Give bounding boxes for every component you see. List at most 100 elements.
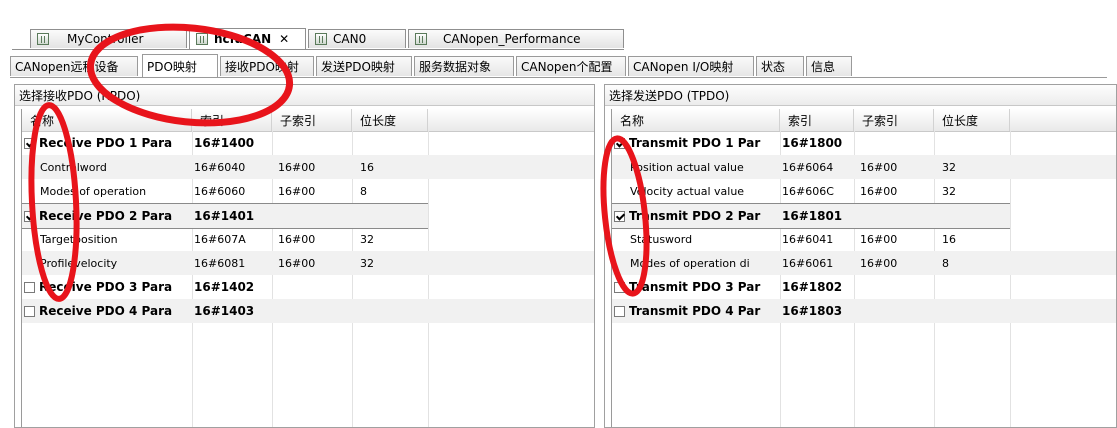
- row-index: 16#607A: [194, 232, 246, 246]
- doc-tab-hcfacan[interactable]: hcfaCAN ✕: [189, 28, 306, 49]
- row-name: Receive PDO 2 Para: [24, 204, 192, 228]
- row-name-text: Profilevelocity: [40, 256, 118, 270]
- editor-tab-bar: CANopen远程设备 PDO映射 接收PDO映射 发送PDO映射 服务数据对象…: [10, 54, 1107, 78]
- tab-label: CANopen个配置: [521, 60, 613, 74]
- col-subindex-header[interactable]: 子索引: [272, 109, 352, 131]
- tab-label: CANopen远程设备: [15, 60, 119, 74]
- row-name-text: Receive PDO 4 Para: [39, 304, 173, 318]
- col-bitlength-header[interactable]: 位长度: [352, 109, 428, 131]
- row-name: Profilevelocity: [40, 251, 192, 275]
- pdo-checkbox[interactable]: [24, 305, 35, 317]
- tab-receive-pdo-mapping[interactable]: 接收PDO映射: [220, 56, 314, 76]
- rpdo-panel: 选择接收PDO (RPDO) 名称 索引 子索引 位长度 Receive PDO…: [14, 84, 595, 428]
- mapped-object-row[interactable]: Modes of operation 16#6060 16#00 8: [22, 179, 594, 203]
- pdo-row[interactable]: Receive PDO 2 Para 16#1401: [22, 203, 428, 229]
- pdo-row[interactable]: Receive PDO 4 Para 16#1403: [22, 299, 594, 323]
- col-subindex-header[interactable]: 子索引: [854, 109, 934, 131]
- row-name: Targetposition: [40, 227, 192, 251]
- pdo-checkbox[interactable]: [24, 137, 35, 149]
- tpdo-grid-header: 名称 索引 子索引 位长度: [612, 109, 1116, 132]
- pdo-row[interactable]: Receive PDO 3 Para 16#1402: [22, 275, 594, 299]
- col-index-header[interactable]: 索引: [780, 109, 854, 131]
- doc-tab-canopen-performance[interactable]: CANopen_Performance: [408, 29, 624, 48]
- row-name-text: Position actual value: [630, 160, 744, 174]
- tpdo-grid: 名称 索引 子索引 位长度 Transmit PDO 1 Par 16#1800 P…: [611, 109, 1116, 427]
- row-bits: 32: [360, 232, 374, 246]
- row-name-text: Modes of operation di: [630, 256, 750, 270]
- mapped-object-row[interactable]: Controlword 16#6040 16#00 16: [22, 155, 594, 179]
- row-index: 16#606C: [782, 184, 834, 198]
- pdo-checkbox[interactable]: [614, 210, 625, 222]
- row-index: 16#6040: [194, 160, 246, 174]
- mapped-object-row[interactable]: Targetposition 16#607A 16#00 32: [22, 227, 594, 251]
- tab-status[interactable]: 状态: [756, 56, 804, 76]
- pdo-checkbox[interactable]: [24, 210, 35, 222]
- row-index: 16#1401: [194, 209, 255, 223]
- pdo-checkbox[interactable]: [614, 281, 625, 293]
- col-index-header[interactable]: 索引: [192, 109, 272, 131]
- pdo-checkbox[interactable]: [24, 281, 35, 293]
- pdo-row[interactable]: Receive PDO 1 Para 16#1400: [22, 131, 594, 155]
- row-name: Transmit PDO 2 Par: [614, 204, 780, 228]
- mapped-object-row[interactable]: Modes of operation di 16#6061 16#00 8: [612, 251, 1116, 275]
- mapped-object-row[interactable]: Position actual value 16#6064 16#00 32: [612, 155, 1116, 179]
- mapped-object-row[interactable]: Velocity actual value 16#606C 16#00 32: [612, 179, 1116, 203]
- tab-service-data-object[interactable]: 服务数据对象: [414, 56, 514, 76]
- tab-info[interactable]: 信息: [806, 56, 852, 76]
- row-bits: 8: [942, 256, 949, 270]
- document-tab-bar: MyController hcfaCAN ✕ CAN0 CANopen_Perf…: [12, 28, 624, 50]
- row-index: 16#1400: [194, 136, 255, 150]
- rpdo-panel-title: 选择接收PDO (RPDO): [15, 85, 594, 106]
- row-name-text: Targetposition: [40, 232, 118, 246]
- row-index: 16#1802: [782, 280, 843, 294]
- pdo-checkbox[interactable]: [614, 305, 625, 317]
- row-index: 16#1801: [782, 209, 843, 223]
- tab-label: PDO映射: [147, 59, 197, 74]
- row-name: Modes of operation: [40, 179, 192, 203]
- row-name-text: Transmit PDO 2 Par: [629, 209, 761, 223]
- row-name: Velocity actual value: [630, 179, 780, 203]
- pdo-row[interactable]: Transmit PDO 1 Par 16#1800: [612, 131, 1116, 155]
- row-name: Controlword: [40, 155, 192, 179]
- row-name: Receive PDO 1 Para: [24, 131, 192, 155]
- row-name: Transmit PDO 4 Par: [614, 299, 780, 323]
- row-subindex: 16#00: [278, 232, 316, 246]
- col-name-header[interactable]: 名称: [22, 109, 192, 131]
- tab-canopen-remote-device[interactable]: CANopen远程设备: [10, 56, 138, 76]
- mapped-object-row[interactable]: Statusword 16#6041 16#00 16: [612, 227, 1116, 251]
- tab-canopen-config[interactable]: CANopen个配置: [516, 56, 626, 76]
- col-bitlength-header[interactable]: 位长度: [934, 109, 1010, 131]
- doc-tab-mycontroller[interactable]: MyController: [30, 29, 187, 48]
- row-index: 16#1402: [194, 280, 255, 294]
- row-name-text: Transmit PDO 1 Par: [629, 136, 761, 150]
- doc-tab-label: hcfaCAN: [214, 32, 272, 46]
- pdo-row[interactable]: Transmit PDO 4 Par 16#1803: [612, 299, 1116, 323]
- device-icon: [196, 33, 208, 45]
- tab-canopen-io-mapping[interactable]: CANopen I/O映射: [628, 56, 754, 76]
- row-subindex: 16#00: [278, 160, 316, 174]
- tab-pdo-mapping[interactable]: PDO映射: [142, 54, 218, 77]
- row-bits: 16: [942, 232, 956, 246]
- doc-tab-can0[interactable]: CAN0: [308, 29, 406, 48]
- row-index: 16#6064: [782, 160, 834, 174]
- row-index: 16#6041: [782, 232, 834, 246]
- close-icon[interactable]: ✕: [279, 32, 289, 46]
- row-subindex: 16#00: [278, 184, 316, 198]
- row-name: Transmit PDO 3 Par: [614, 275, 780, 299]
- pdo-row[interactable]: Transmit PDO 3 Par 16#1802: [612, 275, 1116, 299]
- tab-send-pdo-mapping[interactable]: 发送PDO映射: [316, 56, 412, 76]
- tab-label: 信息: [811, 60, 836, 74]
- col-name-header[interactable]: 名称: [612, 109, 780, 131]
- mapped-object-row[interactable]: Profilevelocity 16#6081 16#00 32: [22, 251, 594, 275]
- row-name-text: Statusword: [630, 232, 693, 246]
- row-name-text: Controlword: [40, 160, 107, 174]
- row-name-text: Transmit PDO 3 Par: [629, 280, 761, 294]
- pdo-checkbox[interactable]: [614, 137, 625, 149]
- pdo-row[interactable]: Transmit PDO 2 Par 16#1801: [612, 203, 1010, 229]
- row-index: 16#1800: [782, 136, 843, 150]
- row-subindex: 16#00: [860, 232, 898, 246]
- device-icon: [415, 33, 427, 45]
- tpdo-panel: 选择发送PDO (TPDO) 名称 索引 子索引 位长度 Transmit PD…: [604, 84, 1117, 428]
- doc-tab-label: CAN0: [333, 32, 367, 46]
- row-index: 16#6060: [194, 184, 246, 198]
